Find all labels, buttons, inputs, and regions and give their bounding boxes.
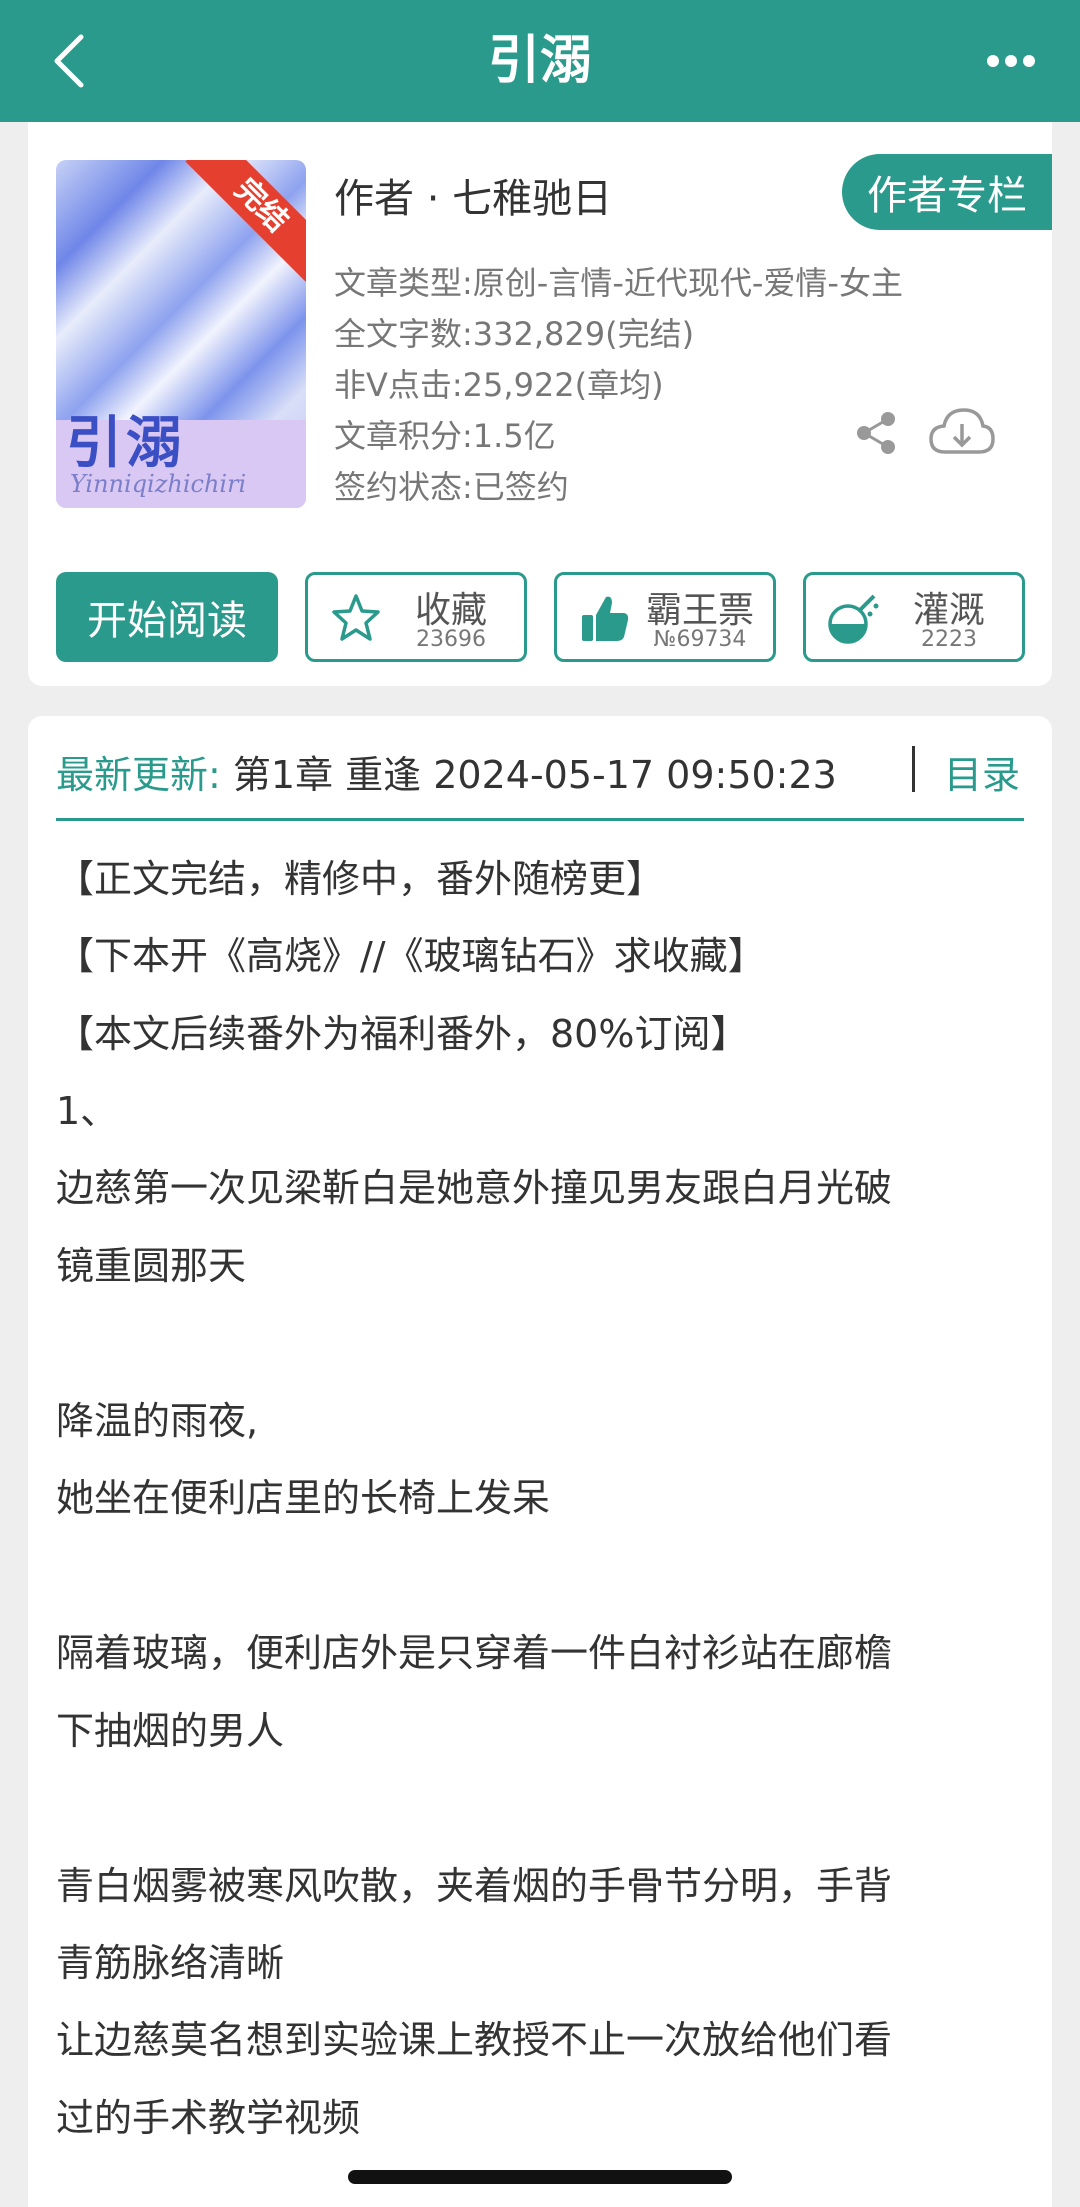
start-reading-button[interactable]: 开始阅读 <box>56 572 278 662</box>
meta-clicks: 非Ⅴ点击:25,922(章均) <box>334 366 664 404</box>
summary-line: 过的手术教学视频 <box>56 2096 361 2140</box>
summary-line: 【下本开《高烧》//《玻璃钻石》求收藏】 <box>56 934 766 978</box>
summary-line: 【本文后续番外为福利番外，80%订阅】 <box>56 1012 749 1056</box>
update-label: 最新更新: <box>56 753 221 797</box>
summary-line: 边慈第一次见梁靳白是她意外撞见男友跟白月光破 <box>56 1166 893 1210</box>
content-card: 最新更新: 第1章 重逢 2024-05-17 09:50:23 目录 【正文完… <box>28 716 1052 2207</box>
vote-button[interactable]: 霸王票 №69734 <box>554 572 776 662</box>
summary-line: 镜重圆那天 <box>56 1244 247 1288</box>
author-column-button[interactable]: 作者专栏 <box>842 154 1052 230</box>
cover-subtitle: Yinniqizhichiri <box>70 470 247 498</box>
book-info-card: 引溺 Yinniqizhichiri 完结 作者 · 七稚驰日 作者专栏 文章类… <box>28 122 1052 686</box>
favorite-count: 23696 <box>416 627 486 652</box>
home-indicator[interactable] <box>348 2170 732 2184</box>
meta-score: 文章积分:1.5亿 <box>334 417 556 455</box>
update-chapter: 第1章 重逢 2024-05-17 09:50:23 <box>232 753 837 797</box>
toc-link[interactable]: 目录 <box>944 744 1020 799</box>
summary-line: 青白烟雾被寒风吹散，夹着烟的手骨节分明，手背 <box>56 1864 893 1908</box>
meta-sign-status: 签约状态:已签约 <box>334 468 569 506</box>
book-cover[interactable]: 引溺 Yinniqizhichiri 完结 <box>56 160 306 508</box>
vote-label: 霸王票 <box>645 590 754 631</box>
meta-word-count: 全文字数:332,829(完结) <box>334 315 695 353</box>
summary-line: 下抽烟的男人 <box>56 1709 285 1753</box>
star-icon <box>332 594 380 641</box>
meta-genre: 文章类型:原创-言情-近代现代-爱情-女主 <box>334 264 903 302</box>
cover-title: 引溺 <box>66 410 186 476</box>
favorite-label: 收藏 <box>414 590 487 631</box>
water-label: 灌溉 <box>912 590 985 631</box>
more-dots-icon <box>987 55 1035 67</box>
more-button[interactable] <box>976 36 1046 86</box>
favorite-button[interactable]: 收藏 23696 <box>305 572 527 662</box>
summary-line: 降温的雨夜, <box>56 1399 259 1443</box>
latest-update-link[interactable]: 最新更新: 第1章 重逢 2024-05-17 09:50:23 <box>56 744 1024 800</box>
summary-line: 让边慈莫名想到实验课上教授不止一次放给他们看 <box>56 2018 893 2062</box>
share-button[interactable] <box>848 405 904 461</box>
author-name[interactable]: 作者 · 七稚驰日 <box>334 166 612 224</box>
summary-line: 1、 <box>56 1089 119 1133</box>
summary-line: 隔着玻璃，便利店外是只穿着一件白衬衫站在廊檐 <box>56 1631 893 1675</box>
thumbs-up-icon <box>582 596 629 641</box>
watering-flask-icon <box>828 594 879 644</box>
status-ribbon: 完结 <box>185 160 306 282</box>
top-bar: 引溺 <box>0 0 1080 122</box>
water-count: 2223 <box>921 627 977 652</box>
cloud-download-icon <box>929 408 995 454</box>
summary-line: 她坐在便利店里的长椅上发呆 <box>56 1476 551 1520</box>
summary-line: 【正文完结，精修中，番外随榜更】 <box>56 857 665 901</box>
page-title: 引溺 <box>487 31 592 91</box>
divider <box>56 818 1024 821</box>
download-button[interactable] <box>926 401 998 463</box>
water-button[interactable]: 灌溉 2223 <box>803 572 1025 662</box>
divider <box>912 746 915 792</box>
summary-line: 青筋脉络清晰 <box>56 1941 285 1985</box>
share-icon <box>857 412 895 454</box>
vote-count: №69734 <box>653 627 747 652</box>
